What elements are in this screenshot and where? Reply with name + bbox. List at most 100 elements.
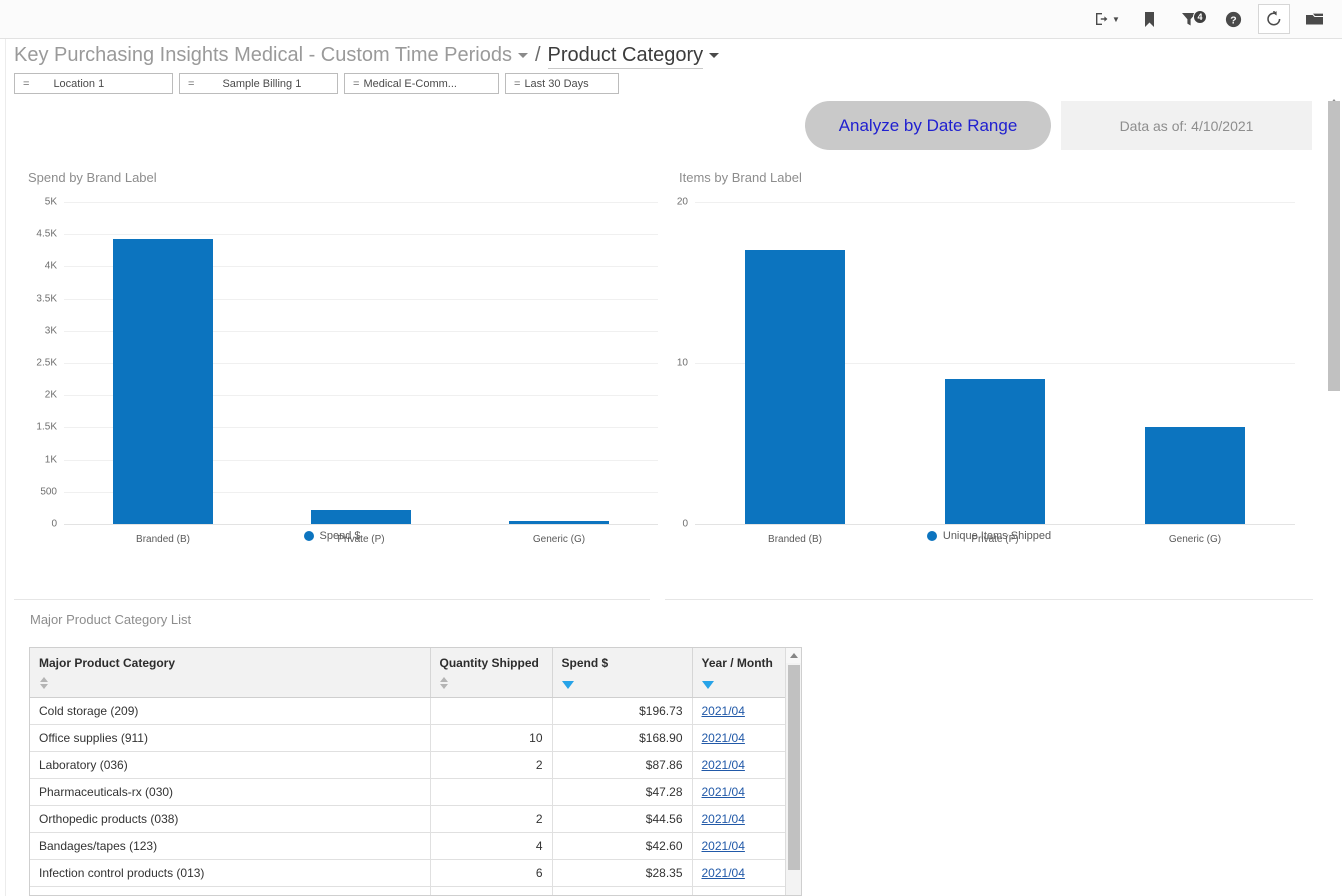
filter-button[interactable]: 4	[1174, 4, 1208, 34]
year-month-link[interactable]: 2021/04	[702, 893, 745, 896]
sort-descending-icon[interactable]	[702, 681, 714, 689]
year-month-link[interactable]: 2021/04	[702, 731, 745, 745]
scroll-up-arrow-icon[interactable]	[786, 648, 801, 663]
filter-count-badge: 4	[1193, 10, 1207, 24]
refresh-button[interactable]	[1258, 4, 1290, 34]
cell-year-month: 2021/04	[692, 724, 786, 751]
cell-year-month: 2021/04	[692, 832, 786, 859]
cell-category: Laboratory (036)	[30, 751, 430, 778]
spend-chart[interactable]: 05001K1.5K2K2.5K3K3.5K4K4.5K5KBranded (B…	[14, 190, 650, 550]
column-header-label: Major Product Category	[39, 656, 175, 670]
table-row[interactable]: Orthopedic products (038)2$44.562021/04	[30, 805, 786, 832]
export-caret-icon: ▼	[1112, 15, 1120, 24]
legend-marker-icon	[304, 531, 314, 541]
items-by-brand-label-panel: Items by Brand Label 01020Branded (B)Pri…	[665, 162, 1313, 600]
chart-bar[interactable]	[113, 239, 213, 524]
y-axis-tick-label: 1K	[45, 454, 57, 465]
table-row[interactable]: Cold storage (209)$196.732021/04	[30, 697, 786, 724]
cell-category: Cold storage (209)	[30, 697, 430, 724]
filter-chip-billing[interactable]: = Sample Billing 1	[179, 73, 338, 94]
filter-chip-value: Location 1	[37, 78, 116, 90]
chart-bar[interactable]	[311, 510, 411, 524]
column-header-spend[interactable]: Spend $	[552, 648, 692, 697]
analyze-by-date-range-button[interactable]: Analyze by Date Range	[805, 101, 1051, 150]
year-month-link[interactable]: 2021/04	[702, 758, 745, 772]
cell-quantity	[430, 778, 552, 805]
chart-bar[interactable]	[1145, 427, 1245, 524]
cell-category: Bandages/tapes (123)	[30, 832, 430, 859]
chart-gridline	[695, 202, 1295, 203]
chart-bar[interactable]	[945, 379, 1045, 524]
chart-title-items: Items by Brand Label	[665, 162, 1313, 185]
filter-chip-operator: =	[180, 78, 202, 90]
page-scrollbar-thumb[interactable]	[1328, 101, 1340, 391]
cell-spend: $3.48	[552, 886, 692, 896]
legend-label: Spend $	[320, 530, 361, 542]
breadcrumb-dashboard[interactable]: Key Purchasing Insights Medical - Custom…	[14, 44, 512, 67]
cell-quantity: 2	[430, 751, 552, 778]
cell-spend: $47.28	[552, 778, 692, 805]
bookmark-icon	[1143, 11, 1156, 28]
year-month-link[interactable]: 2021/04	[702, 704, 745, 718]
table-scrollbar-thumb[interactable]	[788, 665, 800, 870]
column-header-label: Year / Month	[702, 656, 773, 670]
filter-chip-operator: =	[345, 78, 363, 90]
table-row[interactable]: Bandages/tapes (123)4$42.602021/04	[30, 832, 786, 859]
y-axis-tick-label: 20	[677, 197, 688, 208]
sort-toggle-icon[interactable]	[39, 677, 48, 691]
sort-toggle-icon[interactable]	[440, 677, 449, 691]
year-month-link[interactable]: 2021/04	[702, 839, 745, 853]
chart-gridline	[64, 234, 658, 235]
table-row[interactable]: Pharmaceuticals-rx (030) $47.28 2021/04	[30, 778, 786, 805]
spend-chart-plot: 05001K1.5K2K2.5K3K3.5K4K4.5K5KBranded (B…	[64, 202, 658, 524]
filter-chip-value: Last 30 Days	[524, 78, 600, 90]
y-axis-tick-label: 1.5K	[36, 422, 57, 433]
help-button[interactable]: ?	[1216, 4, 1250, 34]
cell-spend: $44.56	[552, 805, 692, 832]
breadcrumb-current-chevron-down-icon[interactable]	[709, 53, 719, 58]
cell-category: Pharmaceuticals-rx (030)	[30, 778, 430, 805]
page-scrollbar[interactable]	[1326, 39, 1342, 896]
folder-button[interactable]	[1298, 4, 1332, 34]
column-header-category[interactable]: Major Product Category	[30, 648, 430, 697]
filter-chip-channel[interactable]: = Medical E-Comm...	[344, 73, 499, 94]
cell-category: Pharmaceuticals-otc (040)	[30, 886, 430, 896]
export-button[interactable]: ▼	[1090, 4, 1124, 34]
svg-text:?: ?	[1230, 14, 1236, 26]
chart-bar[interactable]	[745, 250, 845, 524]
table-scrollbar[interactable]	[785, 648, 801, 895]
chart-bar[interactable]	[509, 521, 609, 524]
table-title: Major Product Category List	[30, 612, 191, 627]
sort-descending-icon[interactable]	[562, 681, 574, 689]
items-chart[interactable]: 01020Branded (B)Private (P)Generic (G) U…	[665, 190, 1313, 550]
filter-chip-bar: = Location 1 = Sample Billing 1 = Medica…	[14, 73, 625, 94]
help-icon: ?	[1225, 11, 1242, 28]
cell-year-month: 2021/04	[692, 778, 786, 805]
year-month-link[interactable]: 2021/04	[702, 866, 745, 880]
table-row[interactable]: Office supplies (911)10$168.902021/04	[30, 724, 786, 751]
filter-chip-timeframe[interactable]: = Last 30 Days	[505, 73, 619, 94]
cell-quantity: 4	[430, 832, 552, 859]
year-month-link[interactable]: 2021/04	[702, 812, 745, 826]
column-header-label: Quantity Shipped	[440, 656, 539, 670]
y-axis-tick-label: 10	[677, 358, 688, 369]
cell-year-month: 2021/04	[692, 751, 786, 778]
breadcrumb-current-page[interactable]: Product Category	[548, 44, 704, 69]
cell-spend: $87.86	[552, 751, 692, 778]
year-month-link[interactable]: 2021/04	[702, 785, 745, 799]
table-row[interactable]: Pharmaceuticals-otc (040)4$3.48 2021/04	[30, 886, 786, 896]
cell-year-month: 2021/04	[692, 886, 786, 896]
table-row[interactable]: Laboratory (036)2$87.86 2021/04	[30, 751, 786, 778]
filter-chip-location[interactable]: = Location 1	[14, 73, 173, 94]
export-icon	[1094, 11, 1111, 27]
bookmark-button[interactable]	[1132, 4, 1166, 34]
major-product-category-table: Major Product Category Quantity Shipped …	[29, 647, 802, 896]
cell-quantity: 4	[430, 886, 552, 896]
column-header-quantity[interactable]: Quantity Shipped	[430, 648, 552, 697]
table-row[interactable]: Infection control products (013)6$28.352…	[30, 859, 786, 886]
y-axis-tick-label: 2.5K	[36, 358, 57, 369]
column-header-year-month[interactable]: Year / Month	[692, 648, 786, 697]
breadcrumb-dashboard-chevron-down-icon[interactable]	[518, 53, 528, 58]
column-header-label: Spend $	[562, 656, 609, 670]
cell-quantity: 10	[430, 724, 552, 751]
